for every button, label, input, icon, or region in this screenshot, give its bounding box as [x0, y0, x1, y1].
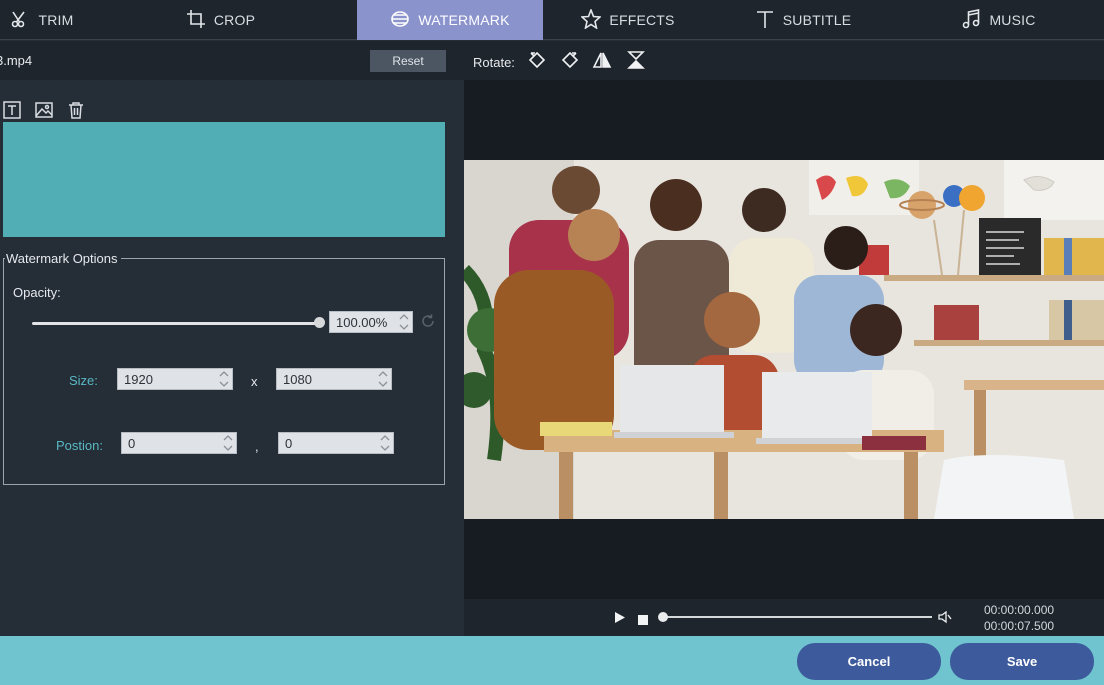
size-width-input[interactable]: 1920 [117, 368, 233, 390]
stop-icon[interactable] [638, 612, 648, 630]
position-x-stepper[interactable] [223, 434, 233, 452]
footer-bar: Cancel Save [0, 636, 1104, 685]
rotate-label: Rotate: [473, 55, 515, 70]
chevron-down-icon[interactable] [219, 380, 229, 388]
subtitle-t-icon [755, 9, 775, 32]
image-watermark-icon[interactable] [35, 101, 53, 119]
play-icon[interactable] [614, 611, 626, 629]
rotate-right-icon[interactable] [560, 50, 580, 70]
watermark-preview[interactable] [3, 122, 445, 237]
chevron-down-icon[interactable] [380, 444, 390, 452]
opacity-input[interactable]: 100.00% [329, 311, 413, 333]
tab-effects[interactable]: EFFECTS [543, 0, 713, 40]
tab-trim-label: TRIM [38, 12, 74, 28]
reset-button[interactable]: Reset [370, 50, 446, 72]
text-watermark-icon[interactable] [3, 101, 21, 119]
position-x-input[interactable]: 0 [121, 432, 237, 454]
tab-crop[interactable]: CROP [84, 0, 357, 40]
music-note-icon [961, 8, 981, 32]
video-preview-area [464, 80, 1104, 599]
tab-effects-label: EFFECTS [609, 12, 675, 28]
video-editor-window: TRIM CROP WATERMARK EFFECTS SUBTITLE MUS… [0, 0, 1104, 685]
trash-icon[interactable] [67, 101, 85, 119]
chevron-up-icon[interactable] [380, 434, 390, 442]
crop-icon [186, 9, 206, 32]
chevron-up-icon[interactable] [219, 370, 229, 378]
watermark-panel: 3.mp4 Reset Watermark Options Opacity: 1… [0, 41, 464, 636]
tab-subtitle[interactable]: SUBTITLE [713, 0, 893, 40]
opacity-stepper[interactable] [399, 313, 409, 331]
size-height-input[interactable]: 1080 [276, 368, 392, 390]
video-frame[interactable] [464, 160, 1104, 519]
save-button[interactable]: Save [950, 643, 1094, 680]
volume-icon[interactable] [938, 610, 952, 629]
file-name: 3.mp4 [0, 53, 33, 68]
size-width-value: 1920 [124, 371, 153, 387]
position-y-value: 0 [285, 435, 293, 451]
size-height-stepper[interactable] [378, 370, 388, 388]
seek-bar[interactable] [662, 616, 932, 618]
current-time: 00:00:00.000 [984, 603, 1055, 617]
size-label: Size: [69, 373, 98, 388]
chevron-down-icon[interactable] [378, 380, 388, 388]
effects-star-icon [580, 7, 603, 32]
opacity-slider[interactable] [32, 322, 320, 325]
watermark-options-legend: Watermark Options [5, 251, 121, 266]
flip-horizontal-icon[interactable] [592, 50, 612, 70]
opacity-label: Opacity: [13, 285, 61, 300]
refresh-icon[interactable] [420, 313, 436, 329]
position-x-value: 0 [128, 435, 136, 451]
size-separator: x [251, 374, 258, 389]
chevron-down-icon[interactable] [223, 444, 233, 452]
chevron-up-icon[interactable] [378, 370, 388, 378]
flip-vertical-icon[interactable] [626, 50, 646, 70]
tab-trim[interactable]: TRIM [0, 0, 84, 40]
opacity-slider-thumb[interactable] [314, 317, 325, 328]
scissors-icon [10, 9, 30, 32]
rotate-toolbar: Rotate: [464, 41, 1104, 80]
tab-watermark-label: WATERMARK [418, 12, 510, 28]
position-separator: , [255, 439, 259, 454]
cancel-button[interactable]: Cancel [797, 643, 941, 680]
classroom-video-image [464, 160, 1104, 519]
tab-crop-label: CROP [213, 12, 256, 28]
watermark-icon [390, 9, 410, 32]
seek-bar-thumb[interactable] [658, 612, 668, 622]
tab-subtitle-label: SUBTITLE [782, 12, 852, 28]
file-bar: 3.mp4 Reset [0, 41, 464, 80]
size-width-stepper[interactable] [219, 370, 229, 388]
chevron-down-icon[interactable] [399, 323, 409, 331]
tab-music-label: MUSIC [989, 12, 1036, 28]
player-controls: 00:00:00.000 00:00:07.500 [464, 599, 1104, 636]
chevron-up-icon[interactable] [399, 313, 409, 321]
rotate-left-icon[interactable] [527, 50, 547, 70]
tab-watermark[interactable]: WATERMARK [357, 0, 543, 40]
total-time: 00:00:07.500 [984, 619, 1055, 633]
position-label: Postion: [56, 438, 103, 453]
editor-tabs: TRIM CROP WATERMARK EFFECTS SUBTITLE MUS… [0, 0, 1104, 40]
position-y-input[interactable]: 0 [278, 432, 394, 454]
watermark-options: Watermark Options Opacity: 100.00% Size:… [3, 251, 445, 485]
opacity-value: 100.00% [336, 314, 388, 330]
position-y-stepper[interactable] [380, 434, 390, 452]
chevron-up-icon[interactable] [223, 434, 233, 442]
tab-music[interactable]: MUSIC [893, 0, 1104, 40]
size-height-value: 1080 [283, 371, 312, 387]
